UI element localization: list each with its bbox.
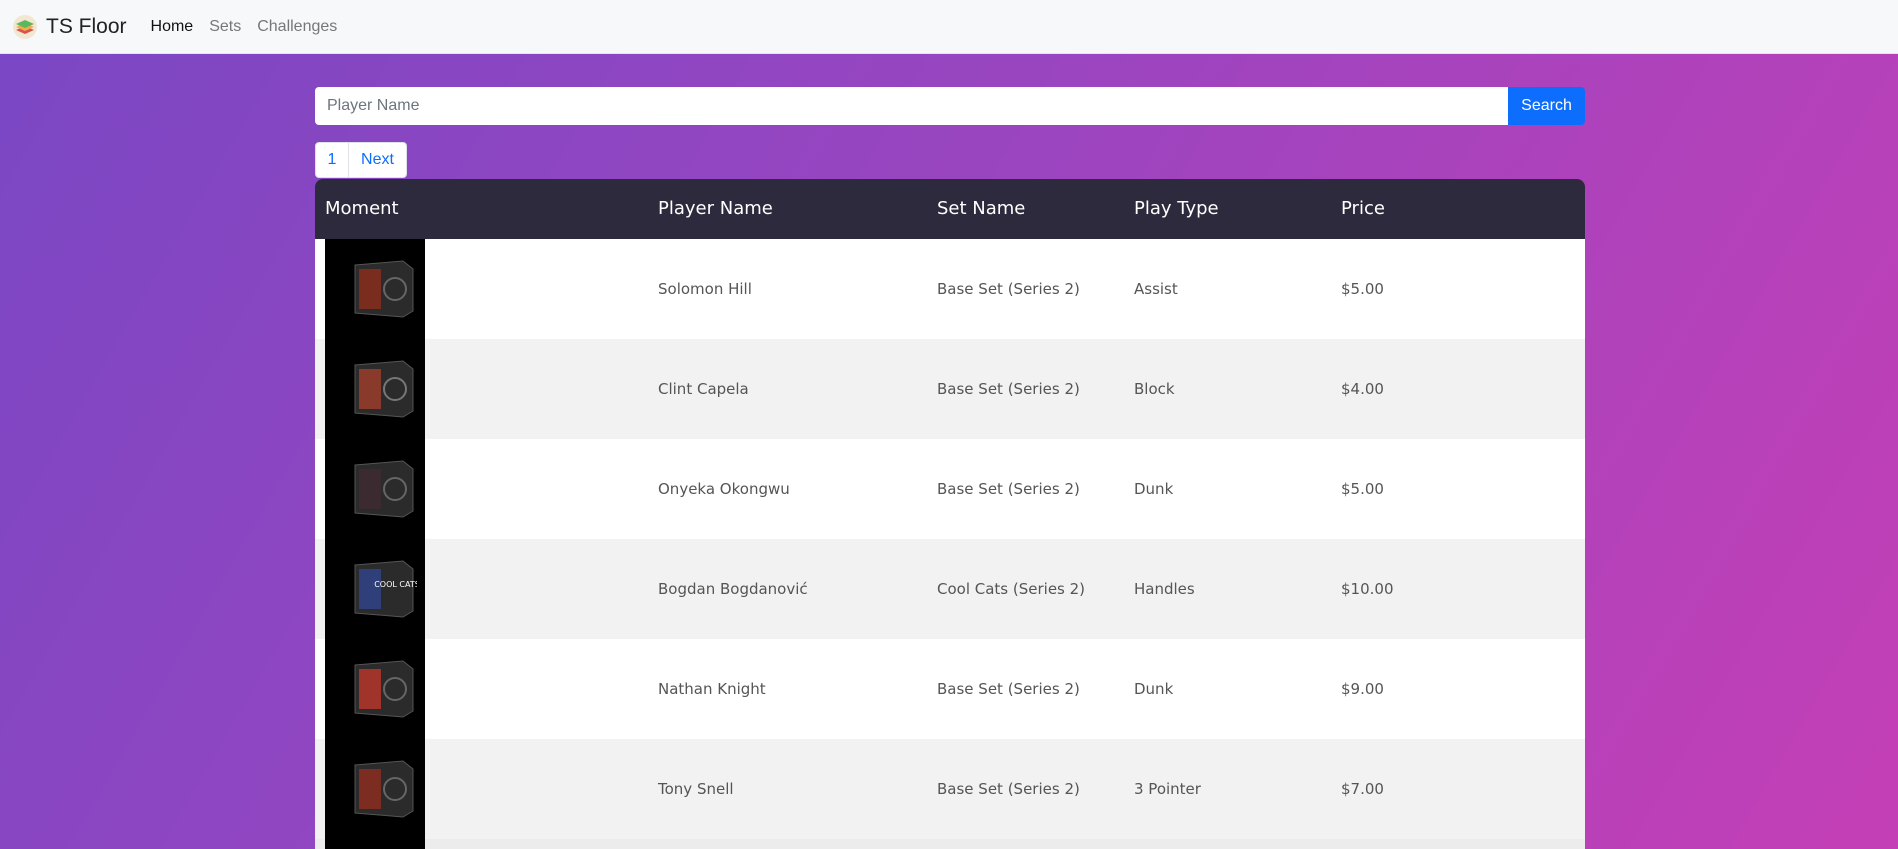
moment-cell (325, 639, 425, 739)
price-cell: $9.00 (1341, 680, 1384, 698)
price-cell: $4.00 (1341, 380, 1384, 398)
brand-name: TS Floor (46, 14, 127, 38)
header-player-name[interactable]: Player Name (658, 179, 773, 239)
next-row-partial (315, 839, 1585, 849)
moment-cell (325, 439, 425, 539)
moment-card-icon[interactable] (347, 259, 417, 319)
price-cell: $7.00 (1341, 780, 1384, 798)
play-type-cell: Dunk (1134, 480, 1174, 498)
nav-link-home[interactable]: Home (151, 18, 194, 36)
moment-card-icon[interactable]: COOL CATS (347, 559, 417, 619)
cool-cats-thumb-text: COOL CATS (374, 580, 417, 589)
search-button[interactable]: Search (1508, 87, 1585, 125)
table-row[interactable]: Onyeka Okongwu Base Set (Series 2) Dunk … (315, 439, 1585, 539)
header-set-name[interactable]: Set Name (937, 179, 1025, 239)
play-type-cell: Assist (1134, 280, 1178, 298)
page-1-link[interactable]: 1 (315, 142, 349, 178)
set-name-cell: Base Set (Series 2) (937, 680, 1080, 698)
player-name-search-input[interactable] (315, 87, 1508, 125)
player-name-cell: Clint Capela (658, 380, 749, 398)
brand[interactable]: TS Floor (12, 14, 127, 40)
nav-link-challenges[interactable]: Challenges (257, 18, 337, 36)
top-navbar: TS Floor Home Sets Challenges (0, 0, 1898, 54)
table-row[interactable]: Clint Capela Base Set (Series 2) Block $… (315, 339, 1585, 439)
player-name-cell: Bogdan Bogdanović (658, 580, 808, 598)
price-cell: $5.00 (1341, 480, 1384, 498)
layers-logo-icon (13, 14, 37, 39)
table-header: Moment Player Name Set Name Play Type Pr… (315, 179, 1585, 239)
play-type-cell: 3 Pointer (1134, 780, 1201, 798)
set-name-cell: Base Set (Series 2) (937, 280, 1080, 298)
play-type-cell: Handles (1134, 580, 1195, 598)
play-type-cell: Block (1134, 380, 1175, 398)
moments-table: Moment Player Name Set Name Play Type Pr… (315, 179, 1585, 849)
set-name-cell: Base Set (Series 2) (937, 780, 1080, 798)
table-row[interactable]: COOL CATS Bogdan Bogdanović Cool Cats (S… (315, 539, 1585, 639)
moment-card-icon[interactable] (347, 459, 417, 519)
moment-card-icon[interactable] (347, 759, 417, 819)
table-row[interactable]: Solomon Hill Base Set (Series 2) Assist … (315, 239, 1585, 339)
set-name-cell: Base Set (Series 2) (937, 480, 1080, 498)
player-name-cell: Solomon Hill (658, 280, 752, 298)
play-type-cell: Dunk (1134, 680, 1174, 698)
player-name-cell: Nathan Knight (658, 680, 766, 698)
nav-link-sets[interactable]: Sets (209, 18, 241, 36)
set-name-cell: Base Set (Series 2) (937, 380, 1080, 398)
header-play-type[interactable]: Play Type (1134, 179, 1219, 239)
table-row[interactable]: Nathan Knight Base Set (Series 2) Dunk $… (315, 639, 1585, 739)
moment-cell (325, 839, 425, 849)
moment-card-icon[interactable] (347, 359, 417, 419)
player-name-cell: Tony Snell (658, 780, 734, 798)
table-row[interactable]: Tony Snell Base Set (Series 2) 3 Pointer… (315, 739, 1585, 839)
moment-cell (325, 239, 425, 339)
search-bar: Search (315, 87, 1585, 125)
moment-cell: COOL CATS (325, 539, 425, 639)
price-cell: $5.00 (1341, 280, 1384, 298)
moment-cell (325, 339, 425, 439)
header-price[interactable]: Price (1341, 179, 1385, 239)
moment-card-icon[interactable] (347, 659, 417, 719)
next-page-link[interactable]: Next (349, 142, 407, 178)
header-moment[interactable]: Moment (325, 179, 399, 239)
price-cell: $10.00 (1341, 580, 1394, 598)
player-name-cell: Onyeka Okongwu (658, 480, 790, 498)
moment-cell (325, 739, 425, 839)
pagination: 1 Next (315, 142, 407, 178)
set-name-cell: Cool Cats (Series 2) (937, 580, 1086, 598)
